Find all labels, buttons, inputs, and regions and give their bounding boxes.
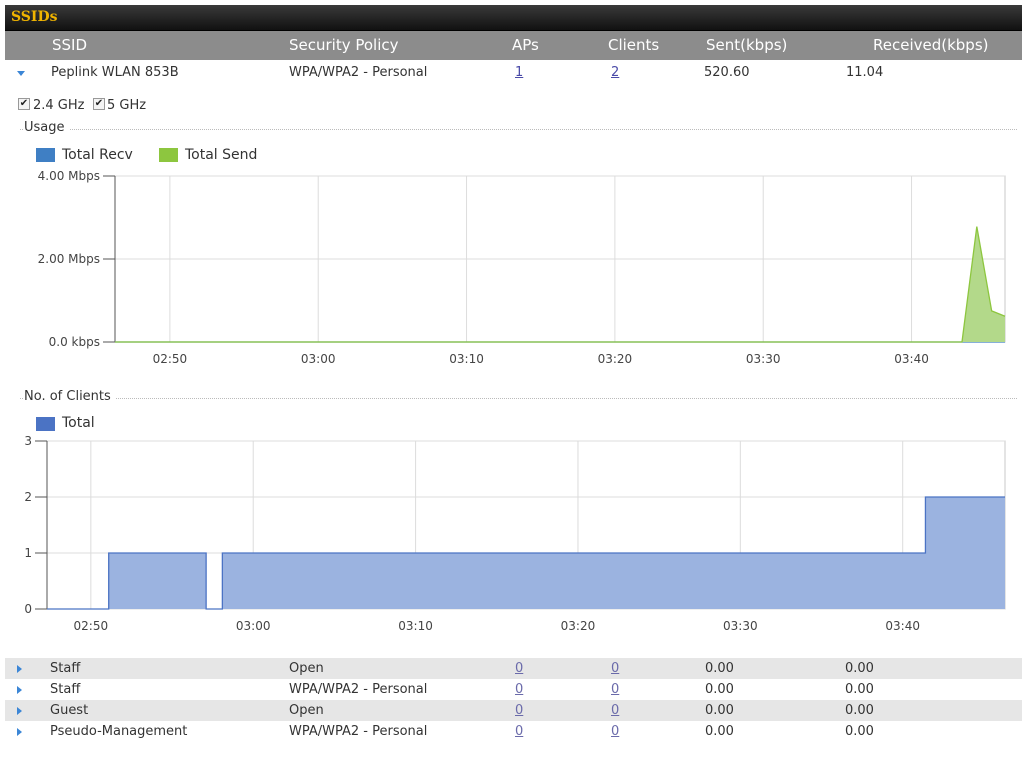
x-tick-label: 03:20 <box>561 619 596 633</box>
row-received: 0.00 <box>845 682 874 697</box>
table-header: SSID Security Policy APs Clients Sent(kb… <box>5 31 1022 60</box>
ssid-clients-link[interactable]: 2 <box>611 65 619 80</box>
row-received: 0.00 <box>845 724 874 739</box>
band-5-checkbox[interactable]: ✔ <box>93 98 105 110</box>
row-ssid: Pseudo-Management <box>50 724 188 739</box>
row-aps-link[interactable]: 0 <box>515 661 523 676</box>
ssid-row[interactable]: Staff WPA/WPA2 - Personal 0 0 0.00 0.00 <box>5 679 1022 700</box>
ssid-security: WPA/WPA2 - Personal <box>289 65 428 80</box>
band-24-checkbox[interactable]: ✔ <box>18 98 30 110</box>
row-clients-link[interactable]: 0 <box>611 682 619 697</box>
row-security: WPA/WPA2 - Personal <box>289 724 428 739</box>
collapse-arrow-icon[interactable] <box>17 71 25 76</box>
ssid-name: Peplink WLAN 853B <box>51 65 179 80</box>
panel-titlebar: SSIDs <box>5 5 1022 31</box>
expand-arrow-icon[interactable] <box>17 707 22 715</box>
usage-chart: 02:50 03:00 03:10 03:20 03:30 03:40 0.0 kbps 2.… <box>38 169 1006 366</box>
ssid-row[interactable]: Guest Open 0 0 0.00 0.00 <box>5 700 1022 721</box>
row-ssid: Staff <box>50 682 81 697</box>
y-tick-label: 2.00 Mbps <box>38 252 100 266</box>
row-sent: 0.00 <box>705 661 734 676</box>
row-received: 0.00 <box>845 703 874 718</box>
x-tick-label: 03:10 <box>449 352 484 366</box>
row-sent: 0.00 <box>705 682 734 697</box>
col-sent: Sent(kbps) <box>706 36 788 54</box>
panel-title: SSIDs <box>11 9 58 25</box>
y-tick-label: 0 <box>24 602 32 616</box>
y-tick-label: 1 <box>24 546 32 560</box>
ssid-row[interactable]: Pseudo-Management WPA/WPA2 - Personal 0 0 0.… <box>5 721 1022 742</box>
ssid-aps-link[interactable]: 1 <box>515 65 523 80</box>
col-clients: Clients <box>608 36 660 54</box>
y-tick-label: 0.0 kbps <box>49 335 100 349</box>
row-received: 0.00 <box>845 661 874 676</box>
row-clients-link[interactable]: 0 <box>611 703 619 718</box>
expand-arrow-icon[interactable] <box>17 686 22 694</box>
row-sent: 0.00 <box>705 703 734 718</box>
clients-section-label: No. of Clients <box>24 389 115 404</box>
row-aps-link[interactable]: 0 <box>515 703 523 718</box>
ssid-received: 11.04 <box>846 65 884 80</box>
x-tick-label: 03:20 <box>598 352 633 366</box>
col-aps: APs <box>512 36 539 54</box>
x-tick-label: 03:40 <box>894 352 929 366</box>
expand-arrow-icon[interactable] <box>17 665 22 673</box>
row-ssid: Staff <box>50 661 81 676</box>
ssid-sent: 520.60 <box>704 65 750 80</box>
clients-chart: 02:50 03:00 03:10 03:20 03:30 03:40 0 1 2 3 <box>24 434 1006 633</box>
row-sent: 0.00 <box>705 724 734 739</box>
x-tick-label: 03:10 <box>398 619 433 633</box>
legend-total-swatch[interactable] <box>36 417 55 431</box>
expand-arrow-icon[interactable] <box>17 728 22 736</box>
y-tick-label: 2 <box>24 490 32 504</box>
row-aps-link[interactable]: 0 <box>515 724 523 739</box>
clients-divider <box>20 398 1017 399</box>
band-24-label: 2.4 GHz <box>33 98 85 113</box>
y-tick-label: 4.00 Mbps <box>38 169 100 183</box>
x-tick-label: 03:00 <box>236 619 271 633</box>
band-5-label: 5 GHz <box>107 98 147 113</box>
row-security: WPA/WPA2 - Personal <box>289 682 428 697</box>
x-tick-label: 02:50 <box>74 619 109 633</box>
x-tick-label: 03:40 <box>885 619 920 633</box>
row-security: Open <box>289 703 324 718</box>
x-tick-label: 03:00 <box>301 352 336 366</box>
row-clients-link[interactable]: 0 <box>611 661 619 676</box>
ssid-row[interactable]: Staff Open 0 0 0.00 0.00 <box>5 658 1022 679</box>
col-security: Security Policy <box>289 36 399 54</box>
row-clients-link[interactable]: 0 <box>611 724 619 739</box>
row-ssid: Guest <box>50 703 89 718</box>
legend-total-label[interactable]: Total <box>62 415 95 431</box>
row-aps-link[interactable]: 0 <box>515 682 523 697</box>
row-security: Open <box>289 661 324 676</box>
x-tick-label: 03:30 <box>723 619 758 633</box>
usage-section-label: Usage <box>24 120 69 135</box>
y-tick-label: 3 <box>24 434 32 448</box>
usage-divider <box>20 129 1017 130</box>
col-ssid: SSID <box>52 36 88 54</box>
x-tick-label: 02:50 <box>153 352 188 366</box>
x-tick-label: 03:30 <box>746 352 781 366</box>
col-received: Received(kbps) <box>873 36 989 54</box>
